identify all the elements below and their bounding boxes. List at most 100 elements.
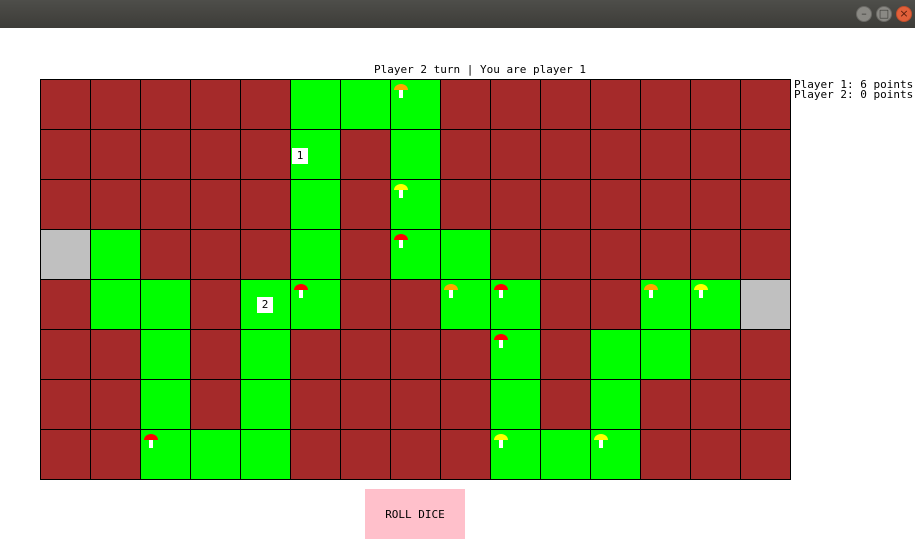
wall-cell[interactable]	[340, 179, 391, 230]
wall-cell[interactable]	[440, 429, 491, 480]
wall-cell[interactable]	[740, 79, 791, 130]
path-cell[interactable]	[290, 229, 341, 280]
path-cell[interactable]	[640, 279, 691, 330]
wall-cell[interactable]	[240, 229, 291, 280]
wall-cell[interactable]	[740, 229, 791, 280]
wall-cell[interactable]	[590, 279, 641, 330]
wall-cell[interactable]	[740, 329, 791, 380]
path-cell[interactable]	[340, 79, 391, 130]
wall-cell[interactable]	[640, 129, 691, 180]
wall-cell[interactable]	[540, 379, 591, 430]
path-cell[interactable]	[390, 79, 441, 130]
minimize-icon[interactable]: –	[856, 6, 872, 22]
wall-cell[interactable]	[640, 229, 691, 280]
wall-cell[interactable]	[340, 329, 391, 380]
wall-cell[interactable]	[390, 329, 441, 380]
wall-cell[interactable]	[140, 79, 191, 130]
wall-cell[interactable]	[590, 229, 641, 280]
wall-cell[interactable]	[490, 79, 541, 130]
path-cell[interactable]	[590, 429, 641, 480]
wall-cell[interactable]	[440, 79, 491, 130]
endpoint-cell[interactable]	[40, 229, 91, 280]
path-cell[interactable]	[240, 379, 291, 430]
endpoint-cell[interactable]	[740, 279, 791, 330]
wall-cell[interactable]	[490, 229, 541, 280]
wall-cell[interactable]	[340, 279, 391, 330]
wall-cell[interactable]	[640, 379, 691, 430]
wall-cell[interactable]	[90, 129, 141, 180]
wall-cell[interactable]	[740, 379, 791, 430]
wall-cell[interactable]	[590, 79, 641, 130]
wall-cell[interactable]	[490, 129, 541, 180]
wall-cell[interactable]	[240, 79, 291, 130]
wall-cell[interactable]	[40, 129, 91, 180]
path-cell[interactable]	[240, 429, 291, 480]
wall-cell[interactable]	[140, 129, 191, 180]
path-cell[interactable]: 1	[290, 129, 341, 180]
wall-cell[interactable]	[390, 279, 441, 330]
wall-cell[interactable]	[440, 379, 491, 430]
wall-cell[interactable]	[190, 329, 241, 380]
wall-cell[interactable]	[690, 329, 741, 380]
wall-cell[interactable]	[440, 129, 491, 180]
path-cell[interactable]	[190, 429, 241, 480]
path-cell[interactable]	[440, 229, 491, 280]
wall-cell[interactable]	[290, 429, 341, 480]
wall-cell[interactable]	[240, 129, 291, 180]
wall-cell[interactable]	[290, 329, 341, 380]
path-cell[interactable]: 2	[240, 279, 291, 330]
wall-cell[interactable]	[440, 329, 491, 380]
wall-cell[interactable]	[390, 379, 441, 430]
path-cell[interactable]	[540, 429, 591, 480]
wall-cell[interactable]	[140, 179, 191, 230]
wall-cell[interactable]	[190, 129, 241, 180]
path-cell[interactable]	[290, 279, 341, 330]
path-cell[interactable]	[590, 329, 641, 380]
path-cell[interactable]	[490, 429, 541, 480]
wall-cell[interactable]	[190, 229, 241, 280]
wall-cell[interactable]	[90, 379, 141, 430]
wall-cell[interactable]	[590, 129, 641, 180]
wall-cell[interactable]	[740, 179, 791, 230]
game-board[interactable]: 12	[40, 79, 791, 480]
wall-cell[interactable]	[190, 179, 241, 230]
wall-cell[interactable]	[690, 79, 741, 130]
wall-cell[interactable]	[40, 179, 91, 230]
wall-cell[interactable]	[640, 179, 691, 230]
path-cell[interactable]	[490, 279, 541, 330]
wall-cell[interactable]	[390, 429, 441, 480]
close-icon[interactable]: ×	[896, 6, 912, 22]
wall-cell[interactable]	[90, 329, 141, 380]
wall-cell[interactable]	[490, 179, 541, 230]
wall-cell[interactable]	[590, 179, 641, 230]
wall-cell[interactable]	[40, 329, 91, 380]
path-cell[interactable]	[290, 179, 341, 230]
path-cell[interactable]	[140, 329, 191, 380]
path-cell[interactable]	[390, 129, 441, 180]
window-titlebar[interactable]: – □ ×	[0, 0, 915, 28]
wall-cell[interactable]	[190, 279, 241, 330]
path-cell[interactable]	[440, 279, 491, 330]
wall-cell[interactable]	[290, 379, 341, 430]
path-cell[interactable]	[90, 229, 141, 280]
path-cell[interactable]	[90, 279, 141, 330]
wall-cell[interactable]	[740, 129, 791, 180]
wall-cell[interactable]	[540, 179, 591, 230]
path-cell[interactable]	[140, 429, 191, 480]
wall-cell[interactable]	[640, 79, 691, 130]
wall-cell[interactable]	[690, 229, 741, 280]
wall-cell[interactable]	[340, 379, 391, 430]
wall-cell[interactable]	[90, 79, 141, 130]
path-cell[interactable]	[390, 179, 441, 230]
wall-cell[interactable]	[190, 379, 241, 430]
wall-cell[interactable]	[540, 229, 591, 280]
wall-cell[interactable]	[90, 179, 141, 230]
wall-cell[interactable]	[340, 229, 391, 280]
wall-cell[interactable]	[340, 429, 391, 480]
path-cell[interactable]	[290, 79, 341, 130]
path-cell[interactable]	[240, 329, 291, 380]
wall-cell[interactable]	[540, 79, 591, 130]
wall-cell[interactable]	[690, 179, 741, 230]
wall-cell[interactable]	[40, 429, 91, 480]
path-cell[interactable]	[590, 379, 641, 430]
